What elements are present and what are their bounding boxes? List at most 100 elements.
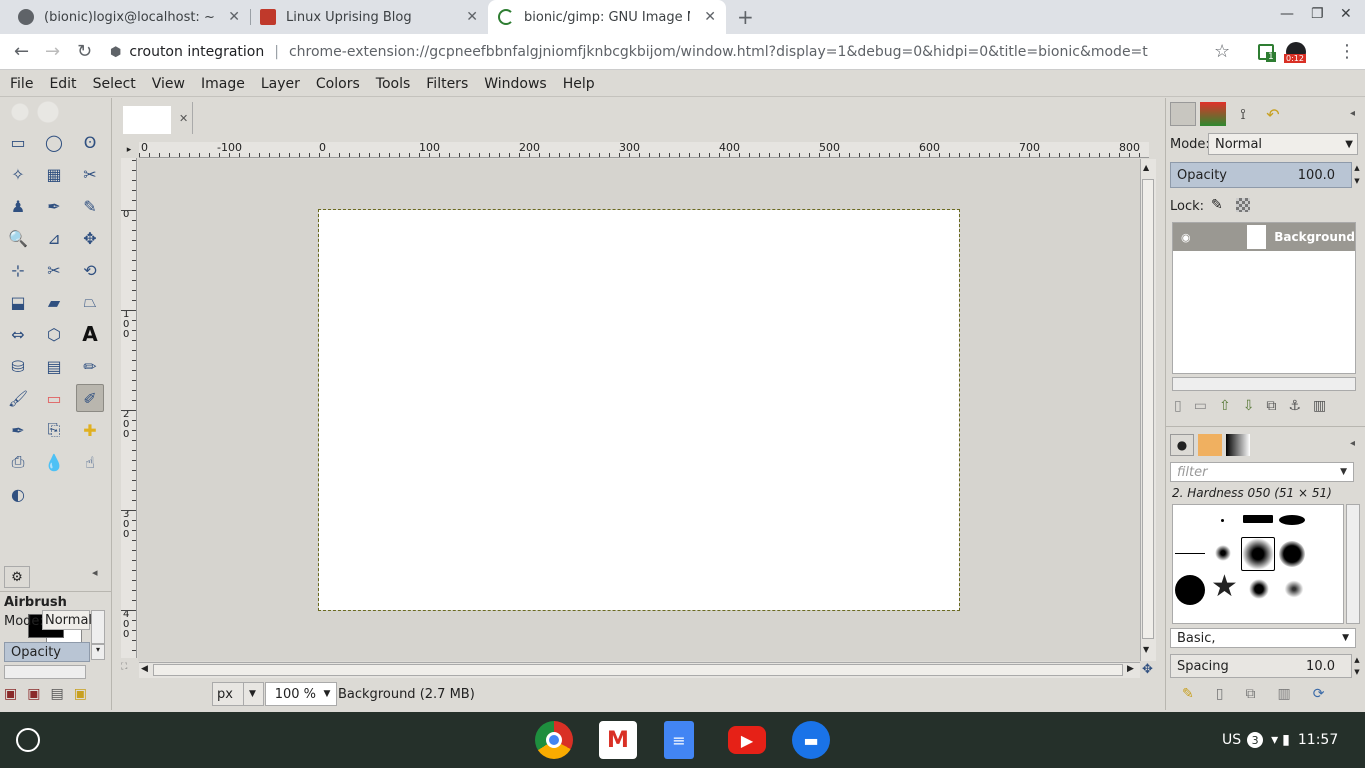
new-brush-icon[interactable]: ▯ [1216, 686, 1224, 702]
duplicate-layer-icon[interactable]: ⧉ [1266, 398, 1276, 414]
youtube-icon[interactable]: ▶ [728, 726, 766, 754]
brush-star[interactable]: ★ [1211, 571, 1238, 603]
measure-icon[interactable]: ⊿ [40, 224, 68, 252]
vertical-scroll-thumb[interactable] [1142, 179, 1154, 639]
paths-icon[interactable]: ✒ [40, 192, 68, 220]
layer-opacity-spin[interactable]: Opacity 100.0 [1170, 162, 1352, 188]
menu-select[interactable]: Select [85, 76, 144, 92]
shear-icon[interactable]: ▰ [40, 288, 68, 316]
scroll-down-icon[interactable]: ▼ [1143, 645, 1149, 654]
zoom-icon[interactable]: 🔍 [4, 224, 32, 252]
zoom-input[interactable]: 100 % ▼ [265, 682, 337, 706]
color-select-icon[interactable]: ▦ [40, 160, 68, 188]
recorder-extension-icon[interactable]: 0:12 [1284, 42, 1306, 63]
opacity-stepper-icon[interactable]: ▲ ▼ [1352, 162, 1362, 188]
menu-windows[interactable]: Windows [476, 76, 555, 92]
restore-options-icon[interactable]: ▣ [27, 686, 40, 702]
lock-pixels-icon[interactable]: ✎ [1211, 197, 1223, 213]
new-layer-group-icon[interactable]: ▭ [1194, 398, 1207, 414]
quick-mask-corner-icon[interactable]: ▸ [121, 142, 137, 158]
menu-tools[interactable]: Tools [368, 76, 419, 92]
zoom-dropdown-icon[interactable]: ▼ [320, 683, 334, 705]
scroll-left-icon[interactable]: ◀ [141, 664, 148, 674]
brush-pixel[interactable] [1221, 519, 1224, 522]
docs-icon[interactable]: ≡ [664, 721, 694, 759]
brush-tag-select[interactable]: Basic, ▼ [1170, 628, 1356, 648]
pointer-corner-icon[interactable]: ⛶ [121, 662, 127, 672]
close-window-button[interactable]: ✕ [1340, 6, 1352, 22]
scissors-icon[interactable]: ✂ [76, 160, 104, 188]
reload-button[interactable]: ↻ [77, 41, 92, 62]
tab-terminal[interactable]: (bionic)logix@localhost: ~/pych ✕ [8, 0, 250, 34]
undo-history-tab-icon[interactable]: ↶ [1260, 102, 1286, 126]
paintbrush-icon[interactable]: 🖌 [4, 384, 32, 412]
unit-select[interactable]: px ▼ [212, 682, 264, 706]
save-options-icon[interactable]: ▣ [4, 686, 17, 702]
blend-icon[interactable]: ▤ [40, 352, 68, 380]
configure-layers-tab-icon[interactable]: ◂ [1350, 108, 1355, 119]
browser-menu-icon[interactable]: ⋮ [1338, 41, 1356, 62]
menu-view[interactable]: View [144, 76, 193, 92]
layers-tab-icon[interactable] [1170, 102, 1196, 126]
brush-soft-small[interactable] [1215, 545, 1231, 561]
menu-layer[interactable]: Layer [253, 76, 308, 92]
horizontal-scrollbar[interactable]: ◀ ▶ [139, 662, 1140, 678]
brushes-tab-icon[interactable]: ● [1170, 434, 1194, 456]
mode-scroll[interactable] [91, 610, 105, 644]
edit-brush-icon[interactable]: ✎ [1182, 686, 1194, 702]
cage-icon[interactable]: ⬡ [40, 320, 68, 348]
close-tab-icon[interactable]: ✕ [466, 9, 478, 25]
tool-options-tab-icon[interactable]: ⚙ [4, 566, 30, 588]
maximize-button[interactable]: ❐ [1311, 6, 1324, 22]
layers-hscroll[interactable] [1172, 377, 1356, 391]
duplicate-brush-icon[interactable]: ⧉ [1245, 686, 1255, 702]
horizontal-scroll-thumb[interactable] [153, 664, 1123, 676]
spacing-stepper-icon[interactable]: ▲ ▼ [1352, 654, 1362, 678]
paths-tab-icon[interactable]: ⟟ [1230, 102, 1256, 126]
flip-icon[interactable]: ⇔ [4, 320, 32, 348]
delete-brush-icon[interactable]: ▥ [1277, 686, 1290, 702]
mode-select[interactable]: Normal [42, 610, 92, 630]
tab-gimp[interactable]: bionic/gimp: GNU Image Manip ✕ [488, 0, 726, 34]
scroll-up-icon[interactable]: ▲ [1143, 163, 1149, 172]
menu-colors[interactable]: Colors [308, 76, 368, 92]
menu-file[interactable]: File [2, 76, 41, 92]
foreground-select-icon[interactable]: ♟ [4, 192, 32, 220]
menu-help[interactable]: Help [555, 76, 603, 92]
refresh-brushes-icon[interactable]: ⟳ [1313, 686, 1325, 702]
delete-layer-icon[interactable]: ▥ [1313, 398, 1326, 414]
new-layer-icon[interactable]: ▯ [1174, 398, 1182, 414]
configure-tab-icon[interactable]: ◂ [92, 566, 98, 579]
text-icon[interactable]: A [76, 320, 104, 348]
brush-soft-large[interactable] [1279, 541, 1305, 567]
smudge-icon[interactable]: ☝ [76, 448, 104, 476]
brush-line[interactable] [1175, 553, 1205, 554]
ink-icon[interactable]: ✒ [4, 416, 32, 444]
brush-splatter[interactable] [1283, 579, 1305, 599]
minimize-button[interactable]: — [1280, 6, 1294, 22]
move-icon[interactable]: ✥ [76, 224, 104, 252]
brush-grid-scroll[interactable] [1346, 504, 1360, 624]
forward-button[interactable]: → [45, 41, 60, 62]
anchor-layer-icon[interactable]: ⚓ [1288, 398, 1301, 414]
close-tab-icon[interactable]: ✕ [228, 9, 240, 25]
layers-list[interactable]: ◉ Background [1172, 222, 1356, 374]
eraser-icon[interactable]: ▭ [40, 384, 68, 412]
close-tab-icon[interactable]: ✕ [704, 9, 716, 25]
align-icon[interactable]: ⊹ [4, 256, 32, 284]
lock-alpha-icon[interactable] [1236, 198, 1250, 212]
channels-tab-icon[interactable] [1200, 102, 1226, 126]
perspective-clone-icon[interactable]: ⎙ [4, 448, 32, 476]
back-button[interactable]: ← [14, 41, 29, 62]
color-picker-icon[interactable]: ✎ [76, 192, 104, 220]
brush-texture[interactable] [1249, 579, 1269, 599]
lasso-icon[interactable]: ʘ [76, 128, 104, 156]
heal-icon[interactable]: ✚ [76, 416, 104, 444]
crouton-extension-icon[interactable]: 1 [1258, 44, 1276, 62]
visibility-eye-icon[interactable]: ◉ [1181, 231, 1191, 244]
status-tray[interactable]: US 3 ▾ ▮ 11:57 [1222, 721, 1338, 759]
lower-layer-icon[interactable]: ⇩ [1243, 398, 1255, 414]
brush-spacing-spin[interactable]: Spacing 10.0 [1170, 654, 1352, 678]
chrome-icon[interactable] [535, 721, 573, 759]
menu-image[interactable]: Image [193, 76, 253, 92]
